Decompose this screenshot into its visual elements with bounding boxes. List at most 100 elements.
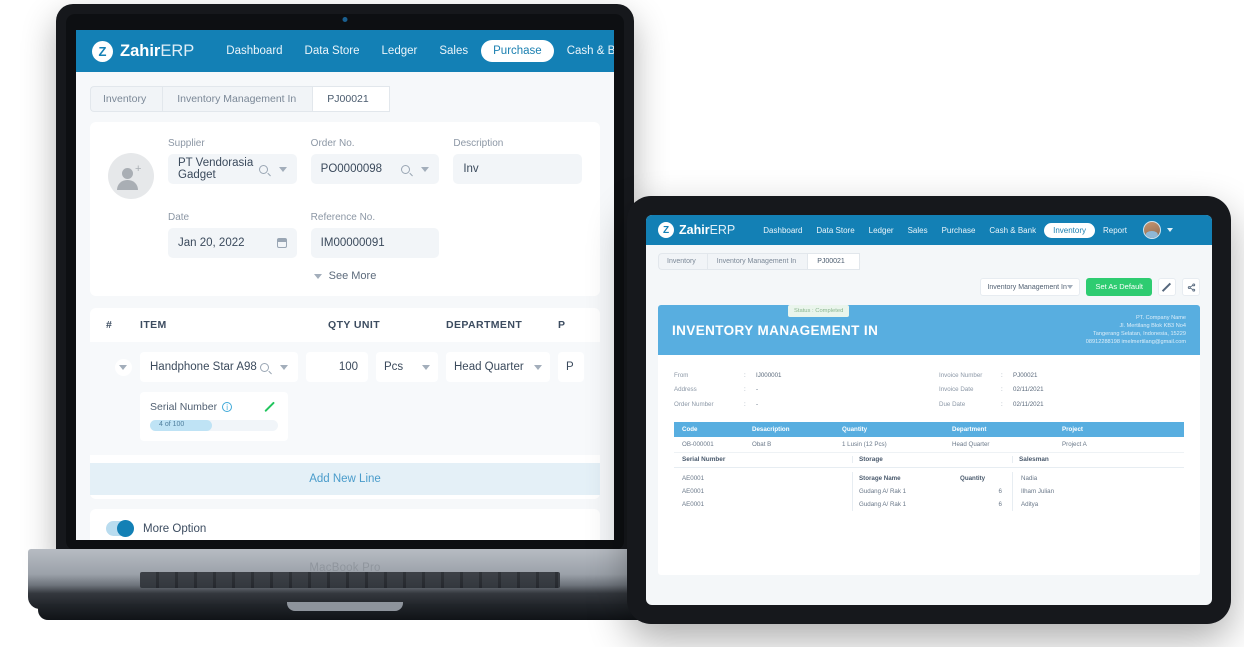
nav-item-purchase[interactable]: Purchase	[936, 223, 982, 238]
laptop-keyboard	[140, 572, 560, 588]
list-item: AE0001	[682, 500, 705, 508]
nav-item-cash-bank[interactable]: Cash & Bank	[558, 40, 614, 62]
nav-item-data-store[interactable]: Data Store	[810, 223, 860, 238]
salesman-list: Nadia Ilham Julian Aditya	[1012, 471, 1184, 511]
nav-item-ledger[interactable]: Ledger	[373, 40, 427, 62]
company-address: PT. Company Name Jl. Mertilang Blok KB3 …	[1086, 314, 1186, 346]
share-icon[interactable]	[1182, 278, 1200, 296]
calendar-icon[interactable]	[276, 238, 287, 248]
item-name-input[interactable]: Handphone Star A98	[140, 352, 298, 382]
breadcrumb-item-management[interactable]: Inventory Management In	[706, 253, 808, 270]
column-storage-quantity: Quantity	[960, 474, 986, 482]
chevron-down-icon[interactable]	[534, 364, 542, 370]
breadcrumb-item-current: PJ00021	[312, 86, 390, 112]
breadcrumb-item-inventory[interactable]: Inventory	[90, 86, 163, 112]
info-icon[interactable]: i	[222, 402, 233, 412]
document-meta: From : IJ000001 Address : - Order Number	[658, 355, 1200, 422]
document-item-table: Code Desacription Quantity Department Pr…	[674, 421, 1184, 511]
item-table-card: # ITEM QTY UNIT DEPARTMENT P Handphone S…	[90, 308, 600, 499]
department-select[interactable]: Head Quarter	[446, 352, 550, 382]
order-no-label: Order No.	[310, 138, 355, 149]
field-label: Address	[674, 386, 697, 394]
nav-item-data-store[interactable]: Data Store	[296, 40, 369, 62]
nav-item-purchase[interactable]: Purchase	[481, 40, 554, 62]
breadcrumb-item-current: PJ00021	[807, 253, 860, 270]
description-input[interactable]: Inv	[453, 154, 583, 184]
device-label: MacBook Pro	[309, 562, 381, 574]
tablet-frame: Z ZahirERP Dashboard Data Store Ledger S…	[627, 196, 1231, 624]
pencil-icon[interactable]	[1158, 278, 1176, 296]
column-quantity: Quantity	[842, 425, 868, 433]
pencil-icon[interactable]	[264, 401, 278, 413]
see-more-button[interactable]: See More	[108, 270, 582, 282]
qty-input[interactable]: 100	[306, 352, 368, 382]
add-supplier-avatar-icon[interactable]: +	[108, 153, 154, 199]
avatar[interactable]	[1143, 221, 1162, 239]
laptop-screen: Z ZahirERP Dashboard Data Store Ledger S…	[76, 30, 614, 540]
nav-item-dashboard[interactable]: Dashboard	[757, 223, 808, 238]
list-item: Nadia	[1021, 474, 1038, 482]
column-project: P	[558, 319, 566, 331]
field-value: 02/11/2021	[1013, 400, 1044, 408]
tablet-breadcrumb-bar: Inventory Inventory Management In PJ0002…	[646, 245, 1212, 270]
unit-select[interactable]: Pcs	[376, 352, 438, 382]
description-value: Inv	[463, 163, 479, 175]
laptop-trackpad-notch	[287, 602, 403, 611]
column-index: #	[106, 319, 113, 331]
tablet-navbar: Z ZahirERP Dashboard Data Store Ledger S…	[646, 215, 1212, 245]
field-label: Order Number	[674, 400, 714, 408]
document-title: INVENTORY MANAGEMENT IN	[672, 322, 879, 338]
breadcrumb-item-inventory[interactable]: Inventory	[658, 253, 707, 270]
nav-item-cash-bank[interactable]: Cash & Bank	[983, 223, 1042, 238]
brand-logo[interactable]: Z ZahirERP	[92, 40, 194, 62]
list-item: Aditya	[1021, 500, 1039, 508]
list-item: AE0001	[682, 474, 705, 482]
more-option-toggle[interactable]	[106, 520, 134, 537]
breadcrumb-item-management[interactable]: Inventory Management In	[162, 86, 313, 112]
project-select[interactable]: P	[558, 352, 584, 382]
reference-no-input[interactable]: IM00000091	[310, 228, 440, 258]
reference-no-value: IM00000091	[320, 237, 385, 249]
nav-item-report[interactable]: Report	[1097, 223, 1133, 238]
date-input[interactable]: Jan 20, 2022	[168, 228, 297, 258]
set-as-default-button[interactable]: Set As Default	[1086, 278, 1152, 296]
laptop-breadcrumb-bar: Inventory Inventory Management In PJ0002…	[76, 72, 614, 122]
detail-body: AE0001 AE0001 AE0001 Storage Name Quanti…	[674, 468, 1184, 511]
search-icon[interactable]	[258, 164, 271, 177]
cell-description: Obat B	[752, 440, 772, 448]
chevron-down-icon[interactable]	[422, 364, 430, 370]
chevron-down-icon[interactable]	[1067, 285, 1074, 289]
chevron-down-icon[interactable]	[421, 166, 430, 172]
search-icon[interactable]	[260, 362, 272, 375]
search-icon[interactable]	[401, 164, 414, 177]
nav-item-ledger[interactable]: Ledger	[863, 223, 900, 238]
supplier-form-card: + Supplier PT Vendorasia Gadget Order No…	[90, 122, 600, 296]
form-row-bottom: Date Jan 20, 2022 Reference No. IM000000…	[108, 212, 582, 258]
row-menu-button[interactable]	[114, 358, 132, 376]
date-value: Jan 20, 2022	[178, 237, 245, 249]
subcolumn-storage: Storage	[852, 456, 1012, 464]
add-new-line-button[interactable]: Add New Line	[90, 463, 600, 495]
company-street: Jl. Mertilang Blok KB3 No4	[1119, 322, 1186, 329]
nav-item-sales[interactable]: Sales	[430, 40, 477, 62]
company-contact: 08912288198 imelmertilang@gmail.com	[1085, 339, 1186, 346]
supplier-input[interactable]: PT Vendorasia Gadget	[168, 154, 297, 184]
list-item: AE0001	[682, 487, 705, 495]
chevron-down-icon[interactable]	[278, 166, 287, 172]
order-no-input[interactable]: PO0000098	[310, 154, 440, 184]
table-row: Gudang A/ Rak 1 6	[859, 485, 1012, 498]
nav-item-sales[interactable]: Sales	[902, 223, 934, 238]
supplier-label: Supplier	[168, 138, 205, 149]
nav-item-inventory[interactable]: Inventory	[1044, 222, 1095, 238]
subcolumn-salesman: Salesman	[1012, 456, 1184, 464]
tablet-nav-items: Dashboard Data Store Ledger Sales Purcha…	[757, 222, 1133, 238]
brand-logo[interactable]: Z ZahirERP	[658, 222, 735, 238]
nav-item-dashboard[interactable]: Dashboard	[217, 40, 291, 62]
chevron-down-icon[interactable]	[280, 364, 288, 370]
user-menu[interactable]	[1143, 221, 1174, 239]
laptop-nav-items: Dashboard Data Store Ledger Sales Purcha…	[217, 40, 614, 62]
chevron-down-icon[interactable]	[1167, 228, 1174, 232]
document-type-select[interactable]: Inventory Management In	[980, 278, 1081, 296]
table-row: Handphone Star A98 100 Pcs Head Quarter …	[90, 342, 600, 455]
column-description: Desacription	[752, 425, 790, 433]
